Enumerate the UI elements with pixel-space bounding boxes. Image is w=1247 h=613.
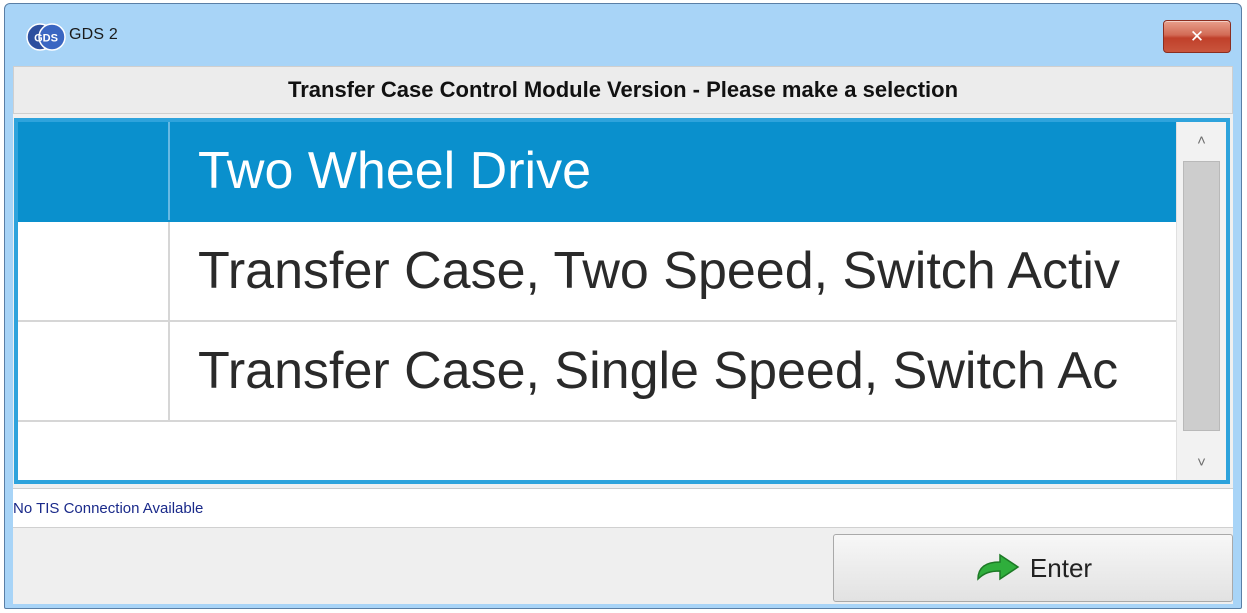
list-item-label: Transfer Case, Single Speed, Switch Ac bbox=[198, 342, 1119, 400]
gds-logo-text: GDS bbox=[34, 33, 58, 45]
footer: Enter bbox=[13, 528, 1233, 604]
close-icon: ✕ bbox=[1189, 26, 1205, 46]
window-title: GDS 2 bbox=[69, 26, 119, 43]
list-item-label: Two Wheel Drive bbox=[198, 142, 591, 200]
green-arrow-icon bbox=[977, 553, 1020, 581]
list-item-index-cell bbox=[18, 222, 170, 320]
enter-label: Enter bbox=[1029, 552, 1093, 583]
selection-list: Two Wheel Drive Transfer Case, Two Speed… bbox=[14, 118, 1230, 484]
status-bar: No TIS Connection Available bbox=[13, 488, 1233, 528]
vertical-scrollbar[interactable]: ˄ ˅ bbox=[1176, 122, 1226, 480]
list-body: Two Wheel Drive Transfer Case, Two Speed… bbox=[18, 122, 1176, 480]
enter-button[interactable]: Enter bbox=[833, 534, 1233, 602]
list-item-transfer-case-single-speed[interactable]: Transfer Case, Single Speed, Switch Ac bbox=[18, 322, 1176, 422]
gds2-window: GDS GDS 2 ✕ Transfer Case Control Module… bbox=[4, 3, 1242, 609]
chevron-up-icon: ˄ bbox=[1197, 131, 1206, 149]
list-item-index-cell bbox=[18, 122, 170, 220]
list-item-two-wheel-drive[interactable]: Two Wheel Drive bbox=[18, 122, 1176, 222]
gds-logo-icon: GDS bbox=[26, 23, 66, 51]
close-button[interactable]: ✕ bbox=[1163, 20, 1231, 53]
client-area: Transfer Case Control Module Version - P… bbox=[13, 66, 1233, 604]
status-text: No TIS Connection Available bbox=[13, 499, 204, 517]
page-title: Transfer Case Control Module Version - P… bbox=[13, 66, 1233, 114]
list-item-label: Transfer Case, Two Speed, Switch Activ bbox=[198, 242, 1120, 300]
scroll-down-button[interactable]: ˅ bbox=[1177, 444, 1226, 480]
title-bar[interactable]: GDS GDS 2 ✕ bbox=[5, 4, 1241, 62]
scroll-up-button[interactable]: ˄ bbox=[1177, 122, 1226, 158]
list-item-transfer-case-two-speed[interactable]: Transfer Case, Two Speed, Switch Activ bbox=[18, 222, 1176, 322]
chevron-down-icon: ˅ bbox=[1197, 453, 1206, 471]
scroll-thumb[interactable] bbox=[1183, 161, 1220, 431]
list-item-index-cell bbox=[18, 322, 170, 420]
